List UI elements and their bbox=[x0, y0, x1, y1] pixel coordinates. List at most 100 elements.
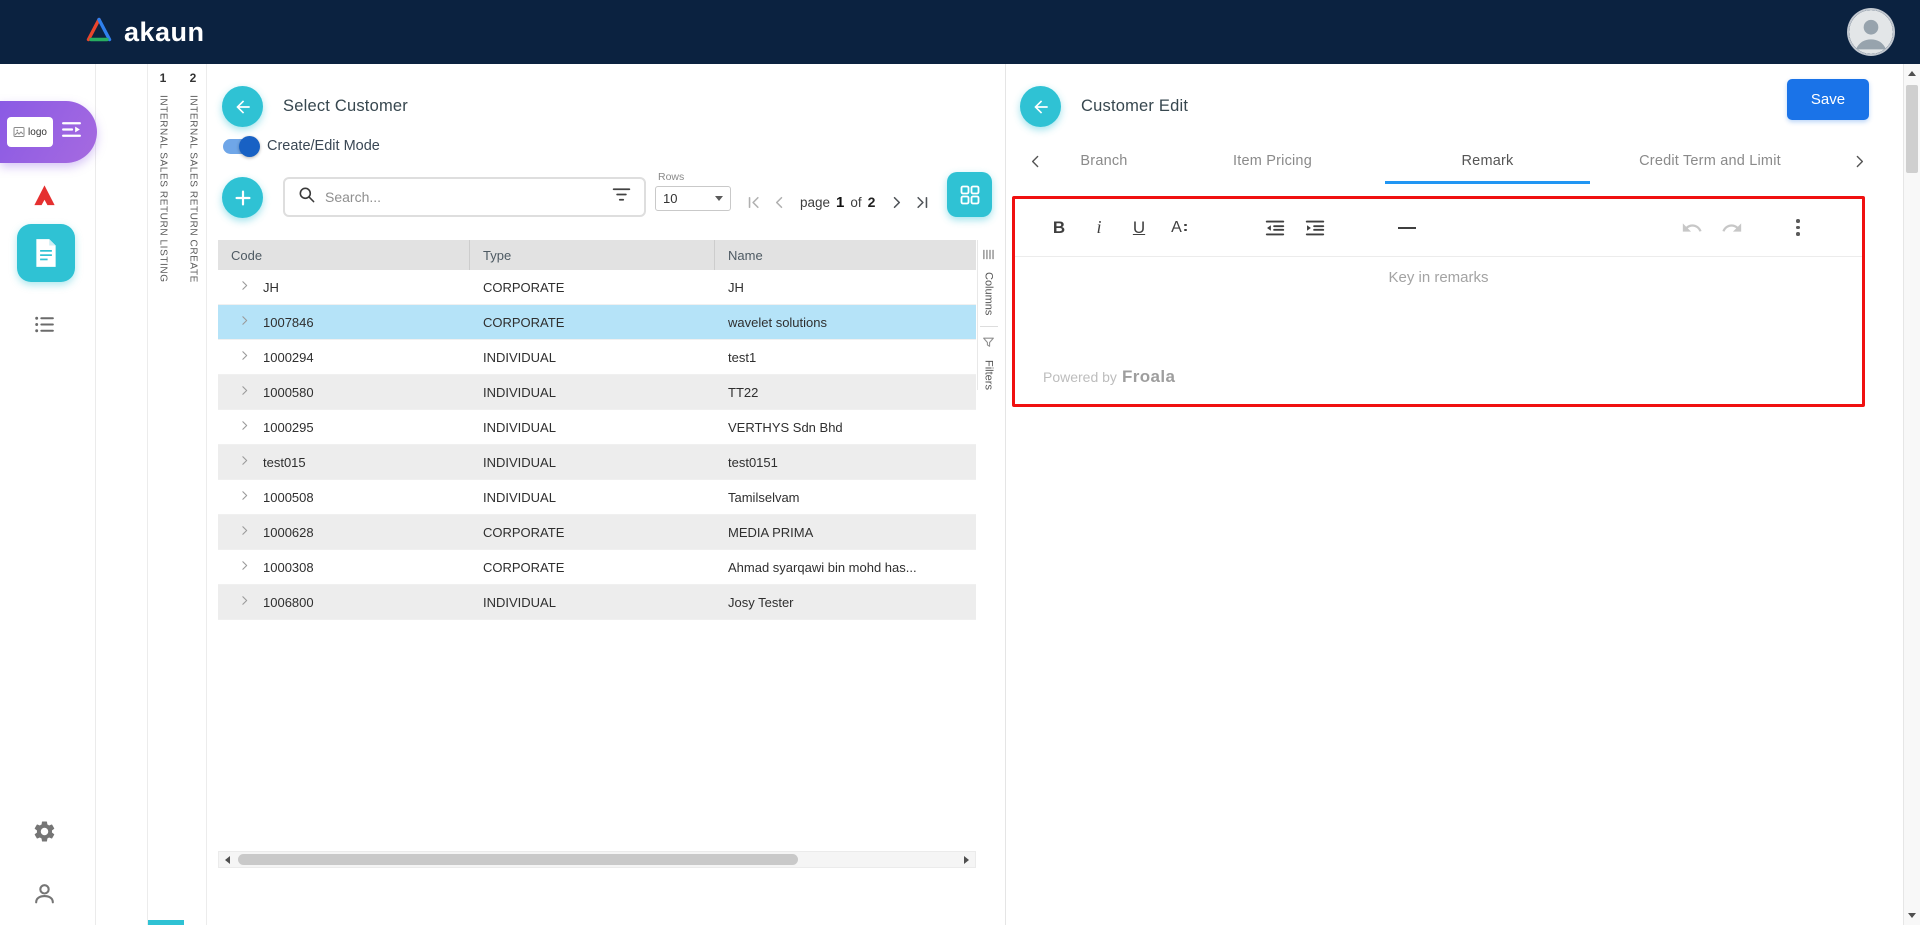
row-code: 1006800 bbox=[263, 595, 314, 610]
outdent-button[interactable] bbox=[1255, 209, 1295, 247]
active-applet-indicator bbox=[148, 920, 184, 925]
edit-tab[interactable]: Branch bbox=[1048, 140, 1160, 184]
save-button[interactable]: Save bbox=[1787, 79, 1869, 120]
rich-text-toolbar: B i U A bbox=[1015, 199, 1862, 257]
row-expand-chevron-icon[interactable] bbox=[238, 524, 251, 540]
bold-button[interactable]: B bbox=[1039, 209, 1079, 247]
filter-list-icon[interactable] bbox=[611, 184, 632, 210]
scroll-left-arrow-icon[interactable] bbox=[219, 852, 236, 867]
row-expand-chevron-icon[interactable] bbox=[238, 594, 251, 610]
list-menu-icon[interactable] bbox=[0, 312, 88, 342]
table-row[interactable]: 1000580 INDIVIDUAL TT22 bbox=[218, 375, 976, 410]
row-code: 1000294 bbox=[263, 350, 314, 365]
more-toolbar-options-button[interactable] bbox=[1778, 209, 1818, 247]
table-row[interactable]: 1000295 INDIVIDUAL VERTHYS Sdn Bhd bbox=[218, 410, 976, 445]
applet-tab-listing[interactable]: 1 INTERNAL SALES RETURN LISTING bbox=[148, 64, 178, 925]
redo-button[interactable] bbox=[1712, 209, 1752, 247]
chevron-down-icon bbox=[715, 196, 723, 201]
topbar: akaun bbox=[0, 0, 1920, 64]
window-vertical-scrollbar[interactable] bbox=[1903, 64, 1920, 925]
row-expand-chevron-icon[interactable] bbox=[238, 279, 251, 295]
applet-tab-create[interactable]: 2 INTERNAL SALES RETURN CREATE bbox=[178, 64, 208, 925]
divider bbox=[980, 326, 998, 327]
rows-per-page-select[interactable]: 10 bbox=[655, 186, 731, 211]
table-row[interactable]: 1007846 CORPORATE wavelet solutions bbox=[218, 305, 976, 340]
tabs-scroll-right-icon[interactable] bbox=[1848, 147, 1870, 175]
indent-button[interactable] bbox=[1295, 209, 1335, 247]
row-expand-chevron-icon[interactable] bbox=[238, 349, 251, 365]
more-text-options-button[interactable]: A bbox=[1159, 209, 1199, 247]
table-row[interactable]: 1000508 INDIVIDUAL Tamilselvam bbox=[218, 480, 976, 515]
vertical-scrollbar-thumb[interactable] bbox=[1906, 85, 1918, 173]
remark-editor-area[interactable]: Key in remarks Powered by Froala bbox=[1015, 257, 1862, 403]
table-row[interactable]: JH CORPORATE JH bbox=[218, 270, 976, 305]
row-code: 1000295 bbox=[263, 420, 314, 435]
tabs-scroll-left-icon[interactable] bbox=[1024, 147, 1046, 175]
row-code: JH bbox=[263, 280, 279, 295]
filters-tab[interactable]: Filters bbox=[983, 360, 995, 390]
row-expand-chevron-icon[interactable] bbox=[238, 559, 251, 575]
horizontal-scrollbar-thumb[interactable] bbox=[238, 854, 798, 865]
customer-table: Code Type Name JH CORPORATE JH bbox=[218, 240, 976, 620]
columns-tab[interactable]: Columns bbox=[983, 272, 995, 315]
underline-button[interactable]: U bbox=[1119, 209, 1159, 247]
create-edit-mode-toggle[interactable] bbox=[223, 139, 257, 154]
last-page-button[interactable] bbox=[909, 188, 935, 216]
back-button-left-panel[interactable] bbox=[222, 86, 263, 127]
row-expand-chevron-icon[interactable] bbox=[238, 454, 251, 470]
applet-grid-button[interactable] bbox=[947, 172, 992, 217]
row-type: INDIVIDUAL bbox=[470, 490, 715, 505]
add-customer-button[interactable] bbox=[222, 177, 263, 218]
table-row[interactable]: 1000308 CORPORATE Ahmad syarqawi bin moh… bbox=[218, 550, 976, 585]
column-header-code[interactable]: Code bbox=[218, 240, 470, 270]
undo-button[interactable] bbox=[1672, 209, 1712, 247]
horizontal-line-button[interactable] bbox=[1387, 209, 1427, 247]
table-horizontal-scrollbar[interactable] bbox=[218, 851, 976, 868]
table-row[interactable]: 1000294 INDIVIDUAL test1 bbox=[218, 340, 976, 375]
first-page-button[interactable] bbox=[740, 188, 766, 216]
row-expand-chevron-icon[interactable] bbox=[238, 314, 251, 330]
tab-label: Credit Term and Limit bbox=[1639, 153, 1781, 169]
horizontal-line-icon bbox=[1398, 227, 1416, 229]
sales-document-applet-button[interactable] bbox=[17, 224, 75, 282]
row-expand-chevron-icon[interactable] bbox=[238, 419, 251, 435]
app-icon-red[interactable] bbox=[0, 182, 88, 214]
edit-tabs: Branch Item Pricing Remark Credit Term a… bbox=[1048, 140, 1830, 184]
next-page-button[interactable] bbox=[883, 188, 909, 216]
columns-grip-icon bbox=[982, 248, 995, 266]
row-code: test015 bbox=[263, 455, 306, 470]
edit-tab[interactable]: Remark bbox=[1385, 140, 1590, 184]
back-button-right-panel[interactable] bbox=[1020, 86, 1061, 127]
applet-tab-strip: 1 INTERNAL SALES RETURN LISTING 2 INTERN… bbox=[147, 64, 207, 925]
froala-attribution: Powered by Froala bbox=[1043, 367, 1175, 387]
edit-tab[interactable]: Item Pricing bbox=[1160, 140, 1385, 184]
panel-divider bbox=[1005, 64, 1006, 925]
table-row[interactable]: test015 INDIVIDUAL test0151 bbox=[218, 445, 976, 480]
prev-page-button[interactable] bbox=[766, 188, 792, 216]
italic-button[interactable]: i bbox=[1079, 209, 1119, 247]
row-expand-chevron-icon[interactable] bbox=[238, 384, 251, 400]
row-type: CORPORATE bbox=[470, 315, 715, 330]
search-input[interactable] bbox=[325, 189, 602, 205]
settings-gear-icon[interactable] bbox=[0, 819, 88, 849]
editor-placeholder: Key in remarks bbox=[1015, 269, 1862, 286]
row-code: 1007846 bbox=[263, 315, 314, 330]
rows-per-page-control: Rows 10 bbox=[655, 171, 731, 211]
table-row[interactable]: 1000628 CORPORATE MEDIA PRIMA bbox=[218, 515, 976, 550]
scroll-up-arrow-icon[interactable] bbox=[1904, 65, 1920, 82]
outdent-icon bbox=[1264, 217, 1286, 239]
column-header-name[interactable]: Name bbox=[715, 240, 976, 270]
user-avatar[interactable] bbox=[1849, 10, 1893, 54]
edit-tab[interactable]: Credit Term and Limit bbox=[1590, 140, 1830, 184]
profile-person-icon[interactable] bbox=[0, 881, 88, 911]
froala-logo: Froala bbox=[1122, 367, 1175, 387]
row-expand-chevron-icon[interactable] bbox=[238, 489, 251, 505]
tenant-logo-box[interactable]: logo bbox=[0, 101, 97, 163]
sidebar-collapse-icon[interactable] bbox=[59, 117, 84, 147]
column-header-type[interactable]: Type bbox=[470, 240, 715, 270]
invoice-document-icon bbox=[33, 238, 59, 268]
scroll-right-arrow-icon[interactable] bbox=[958, 852, 975, 867]
scroll-down-arrow-icon[interactable] bbox=[1904, 907, 1920, 924]
table-row[interactable]: 1006800 INDIVIDUAL Josy Tester bbox=[218, 585, 976, 620]
search-icon bbox=[297, 185, 316, 209]
